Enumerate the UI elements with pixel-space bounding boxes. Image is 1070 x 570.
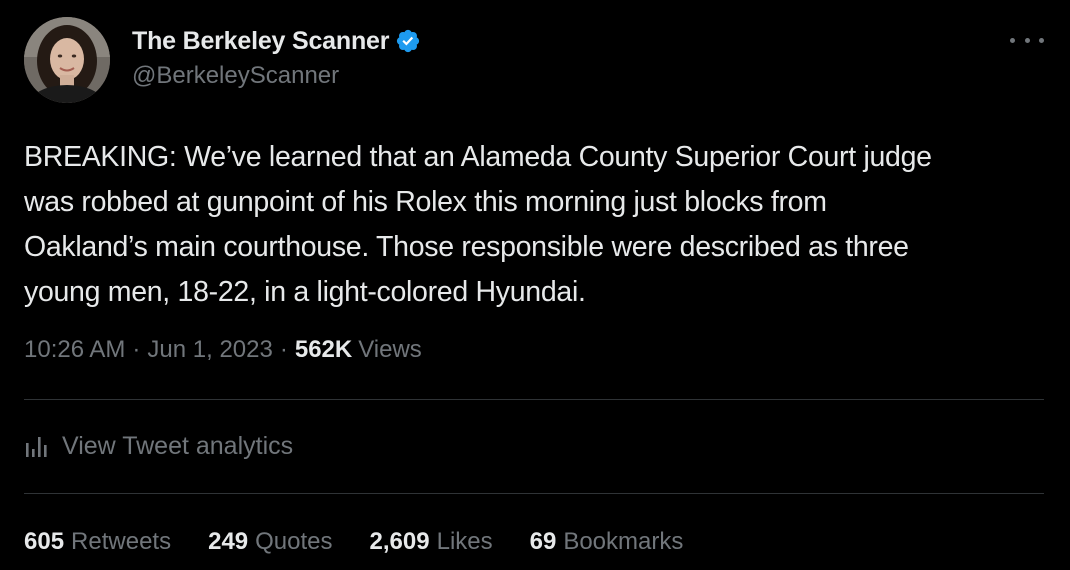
verified-badge-icon[interactable] [395,28,421,54]
views-label: Views [358,336,422,363]
stat-label: Bookmarks [563,528,684,555]
tweet-text-line: was robbed at gunpoint of his Rolex this… [24,186,827,218]
views-count: 562K [294,336,353,363]
stat-quotes[interactable]: 249 Quotes [208,528,332,556]
analytics-bar-icon [26,437,47,457]
tweet-text-line: BREAKING: We’ve learned that an Alameda … [24,141,932,173]
stat-label: Retweets [71,528,172,555]
tweet-meta: 10:26 AM · Jun 1, 2023 · 562K Views [24,336,422,364]
more-dot [1024,37,1030,43]
stat-bookmarks[interactable]: 69 Bookmarks [530,528,684,556]
avatar[interactable] [24,17,110,103]
stat-count: 2,609 [369,528,430,555]
more-horizontal-icon[interactable] [1010,30,1044,50]
more-dot [1039,37,1044,43]
tweet-text-line: young men, 18-22, in a light-colored Hyu… [24,276,586,308]
profile-photo [24,17,110,103]
stat-count: 605 [24,528,65,555]
meta-separator: · [132,336,141,363]
author-display-name[interactable]: The Berkeley Scanner [132,27,389,56]
divider [24,399,1044,400]
stat-count: 249 [208,528,249,555]
engagement-stats: 605 Retweets 249 Quotes 2,609 Likes 69 B… [24,524,720,560]
tweet-date[interactable]: Jun 1, 2023 [147,336,272,364]
author-name-row: The Berkeley Scanner [132,24,421,58]
tweet-detail: The Berkeley Scanner @BerkeleyScanner BR… [0,0,1070,570]
stat-label: Likes [436,528,493,555]
stat-count: 69 [529,528,557,555]
view-analytics-button[interactable]: View Tweet analytics [24,427,293,465]
more-dot [1010,37,1015,43]
stat-label: Quotes [255,528,333,555]
tweet-time[interactable]: 10:26 AM [24,336,125,364]
stat-likes[interactable]: 2,609 Likes [370,528,493,556]
view-analytics-label: View Tweet analytics [62,431,294,460]
tweet-text-line: Oakland’s main courthouse. Those respons… [24,231,909,263]
meta-separator: · [279,336,288,363]
author-handle[interactable]: @BerkeleyScanner [132,62,339,90]
stat-retweets[interactable]: 605 Retweets [24,528,171,556]
tweet-text: BREAKING: We’ve learned that an Alameda … [24,135,1044,315]
divider [24,493,1044,494]
